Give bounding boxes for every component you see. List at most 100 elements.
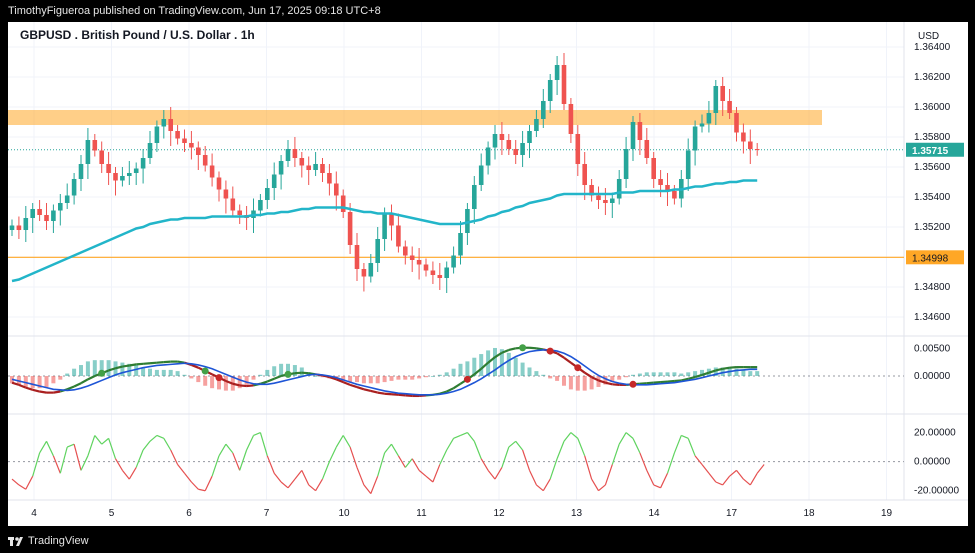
price-tick-label: 1.34800 (914, 282, 951, 293)
oscillator-line-segment (604, 464, 613, 486)
oscillator-line-segment (294, 469, 303, 480)
macd-fast-line (405, 394, 413, 398)
candle-body (658, 179, 663, 185)
macd-histogram-bar (548, 376, 553, 379)
macd-histogram-bar (175, 371, 180, 376)
macd-fast-line (266, 377, 275, 383)
candle-body (561, 65, 567, 104)
macd-histogram-bar (189, 376, 194, 379)
macd-fast-line (356, 386, 365, 391)
candle-body (616, 179, 622, 199)
oscillator-line-segment (94, 435, 103, 445)
macd-histogram-bar (617, 376, 622, 380)
candle-body (9, 225, 15, 230)
oscillator-line-segment (439, 449, 448, 465)
date-tick-label: 6 (186, 508, 192, 519)
candle-body (547, 80, 553, 101)
candle-body (416, 260, 422, 265)
macd-fast-line (39, 390, 47, 394)
oscillator-line-segment (170, 449, 179, 465)
macd-fast-line (639, 382, 647, 385)
oscillator-line-segment (184, 472, 192, 483)
candle-body (71, 179, 77, 196)
support-price-label: 1.34998 (912, 253, 949, 264)
macd-tick-label: 0.00000 (914, 371, 951, 382)
macd-histogram-bar (23, 376, 28, 387)
oscillator-line-segment (280, 481, 289, 489)
macd-fast-line (687, 376, 696, 380)
candle-body (396, 225, 401, 247)
candle-body (534, 119, 539, 131)
oscillator-line-segment (460, 431, 468, 437)
macd-fast-line (156, 361, 164, 364)
oscillator-line-segment (177, 464, 185, 474)
macd-histogram-bar (437, 374, 442, 376)
macd-histogram-bar (444, 372, 449, 376)
oscillator-line-segment (390, 443, 399, 457)
macd-histogram-bar (665, 372, 670, 376)
macd-histogram-bar (389, 376, 394, 381)
candle-body (734, 113, 739, 133)
candle-body (485, 147, 491, 166)
candle-body (637, 122, 643, 140)
macd-histogram-bar (79, 365, 83, 376)
candle-body (37, 209, 42, 215)
oscillator-line-segment (639, 452, 648, 471)
candle-body (182, 138, 187, 143)
macd-histogram-bar (644, 372, 649, 376)
macd-histogram-bar (672, 372, 677, 376)
macd-histogram-bar (196, 376, 201, 383)
candle-body (430, 270, 436, 275)
candle-body (527, 131, 532, 143)
candle-body (299, 158, 305, 166)
candle-body (458, 233, 463, 256)
tradingview-logo-icon (8, 537, 23, 546)
chart-title: GBPUSD . British Pound / U.S. Dollar . 1… (20, 28, 255, 42)
oscillator-line-segment (556, 441, 565, 459)
macd-fast-line (66, 385, 75, 391)
currency-label: USD (918, 31, 939, 42)
macd-histogram-bar (168, 369, 173, 376)
oscillator-line-segment (653, 484, 661, 489)
candle-body (306, 165, 311, 170)
oscillator-line-segment (198, 488, 206, 492)
oscillator-line-segment (453, 434, 461, 439)
candle-body (575, 134, 581, 164)
date-tick-label: 11 (416, 508, 427, 519)
price-tick-label: 1.34600 (914, 312, 951, 323)
oscillator-line-segment (356, 467, 365, 486)
candle-body (313, 164, 318, 170)
oscillator-line-segment (411, 458, 420, 471)
oscillator-line-segment (377, 452, 386, 477)
candle-body (106, 164, 111, 173)
date-tick-label: 4 (31, 508, 37, 519)
candle-body (354, 245, 360, 269)
macd-histogram-bar (651, 372, 656, 376)
oscillator-layer (8, 431, 904, 495)
oscillator-line-segment (522, 449, 531, 471)
candle-body (596, 195, 601, 200)
macd-histogram-bar (279, 363, 284, 376)
oscillator-line-segment (708, 472, 717, 483)
oscillator-line-segment (418, 469, 427, 477)
oscillator-line-segment (404, 458, 413, 468)
price-tick-label: 1.35400 (914, 192, 951, 203)
candle-body (16, 225, 22, 230)
chart-canvas[interactable]: 1.36400 1.36200 1.36000 1.35800 1.35600 1.354… (8, 22, 968, 526)
macd-fast-line (136, 362, 144, 366)
macd-histogram-bar (403, 376, 408, 380)
macd-histogram-bar (465, 361, 470, 376)
macd-cross-down-marker (546, 347, 554, 355)
oscillator-line-segment (87, 435, 96, 457)
candle-body (189, 143, 194, 148)
candle-body (610, 198, 615, 203)
date-tick-label: 18 (803, 508, 815, 519)
macd-histogram-bar (631, 374, 635, 376)
macd-histogram-bar (520, 362, 525, 376)
last-price-label: 1.35715 (912, 146, 949, 157)
price-tick-label: 1.35800 (914, 132, 951, 143)
candle-body (520, 143, 525, 155)
oscillator-line-segment (18, 484, 27, 490)
oscillator-line-segment (273, 472, 282, 483)
macd-histogram-bar (679, 373, 684, 376)
